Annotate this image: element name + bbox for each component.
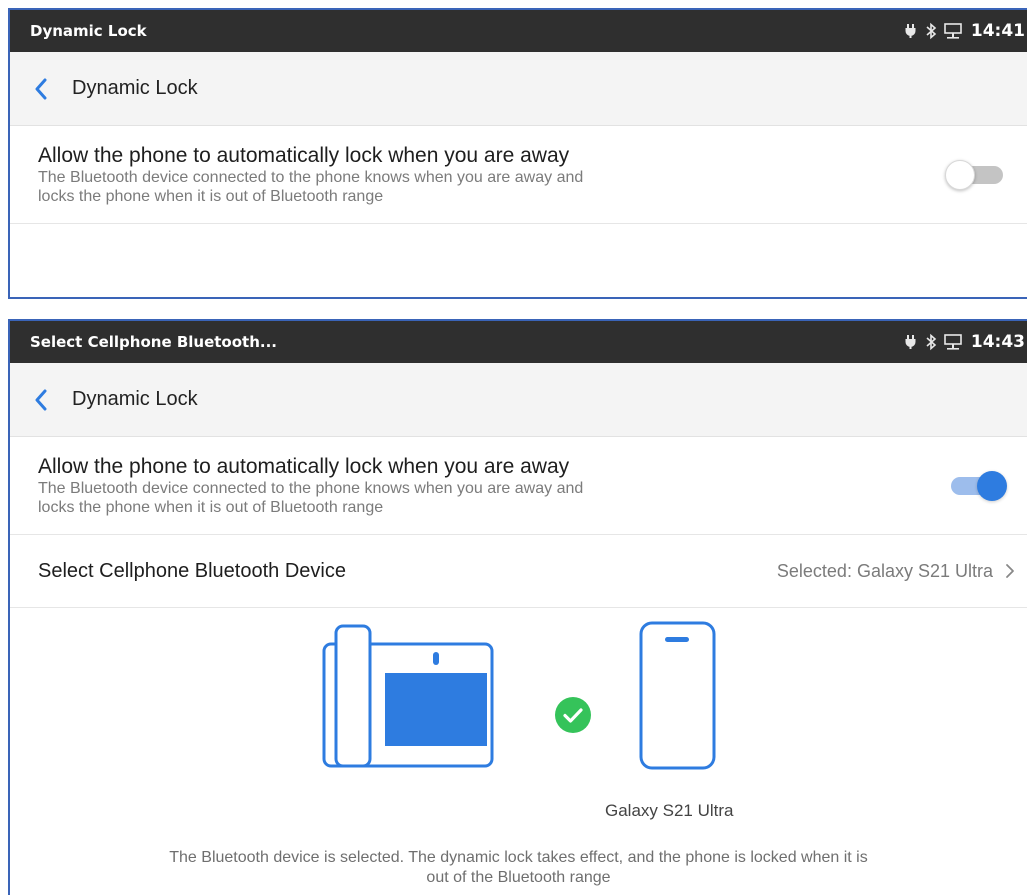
auto-lock-toggle[interactable] (945, 159, 1007, 191)
dynamic-lock-screen-off: Dynamic Lock 14:41 Dynamic Lock Allow th… (8, 8, 1027, 299)
network-icon (944, 23, 962, 39)
back-chevron-icon (35, 389, 47, 410)
status-bar: Dynamic Lock 14:41 (10, 10, 1027, 52)
select-bluetooth-device-row[interactable]: Select Cellphone Bluetooth Device Select… (10, 535, 1027, 608)
setting-description-line2: locks the phone when it is out of Blueto… (38, 188, 384, 205)
check-circle-icon (555, 697, 591, 733)
back-chevron-icon (35, 78, 47, 99)
device-name-label: Galaxy S21 Ultra (605, 801, 734, 820)
select-device-label: Select Cellphone Bluetooth Device (38, 559, 346, 582)
setting-description-line2: locks the phone when it is out of Blueto… (38, 499, 384, 516)
illustration-description-line2: out of the Bluetooth range (426, 869, 611, 886)
setting-title: Allow the phone to automatically lock wh… (38, 455, 570, 478)
auto-lock-setting-row: Allow the phone to automatically lock wh… (10, 126, 1027, 224)
setting-title: Allow the phone to automatically lock wh… (38, 144, 570, 167)
setting-description-line1: The Bluetooth device connected to the ph… (38, 480, 584, 497)
status-time: 14:41 (970, 21, 1025, 41)
nav-bar: Dynamic Lock (10, 363, 1027, 437)
back-button[interactable] (10, 52, 72, 126)
back-button[interactable] (10, 363, 72, 437)
status-bar: Select Cellphone Bluetooth... 14:43 (10, 321, 1027, 363)
setting-description-line1: The Bluetooth device connected to the ph… (38, 169, 584, 186)
bluetooth-icon (926, 22, 937, 40)
auto-lock-setting-row: Allow the phone to automatically lock wh… (10, 437, 1027, 535)
bluetooth-icon (926, 333, 937, 351)
desk-phone-icon (322, 624, 494, 768)
page-title: Dynamic Lock (72, 77, 198, 99)
cellphone-icon (639, 621, 716, 770)
illustration-description-line1: The Bluetooth device is selected. The dy… (169, 849, 868, 866)
auto-lock-toggle[interactable] (945, 470, 1007, 502)
selected-device-value: Selected: Galaxy S21 Ultra (776, 560, 993, 581)
status-time: 14:43 (970, 332, 1025, 352)
chevron-right-icon (1006, 564, 1014, 578)
bluetooth-illustration: Galaxy S21 Ultra The Bluetooth device is… (10, 608, 1027, 895)
power-icon (905, 24, 916, 38)
status-bar-title: Dynamic Lock (30, 22, 147, 40)
status-bar-title: Select Cellphone Bluetooth... (30, 333, 277, 351)
power-icon (905, 335, 916, 349)
dynamic-lock-screen-on: Select Cellphone Bluetooth... 14:43 Dyna… (8, 319, 1027, 895)
page-title: Dynamic Lock (72, 388, 198, 410)
network-icon (944, 334, 962, 350)
nav-bar: Dynamic Lock (10, 52, 1027, 126)
